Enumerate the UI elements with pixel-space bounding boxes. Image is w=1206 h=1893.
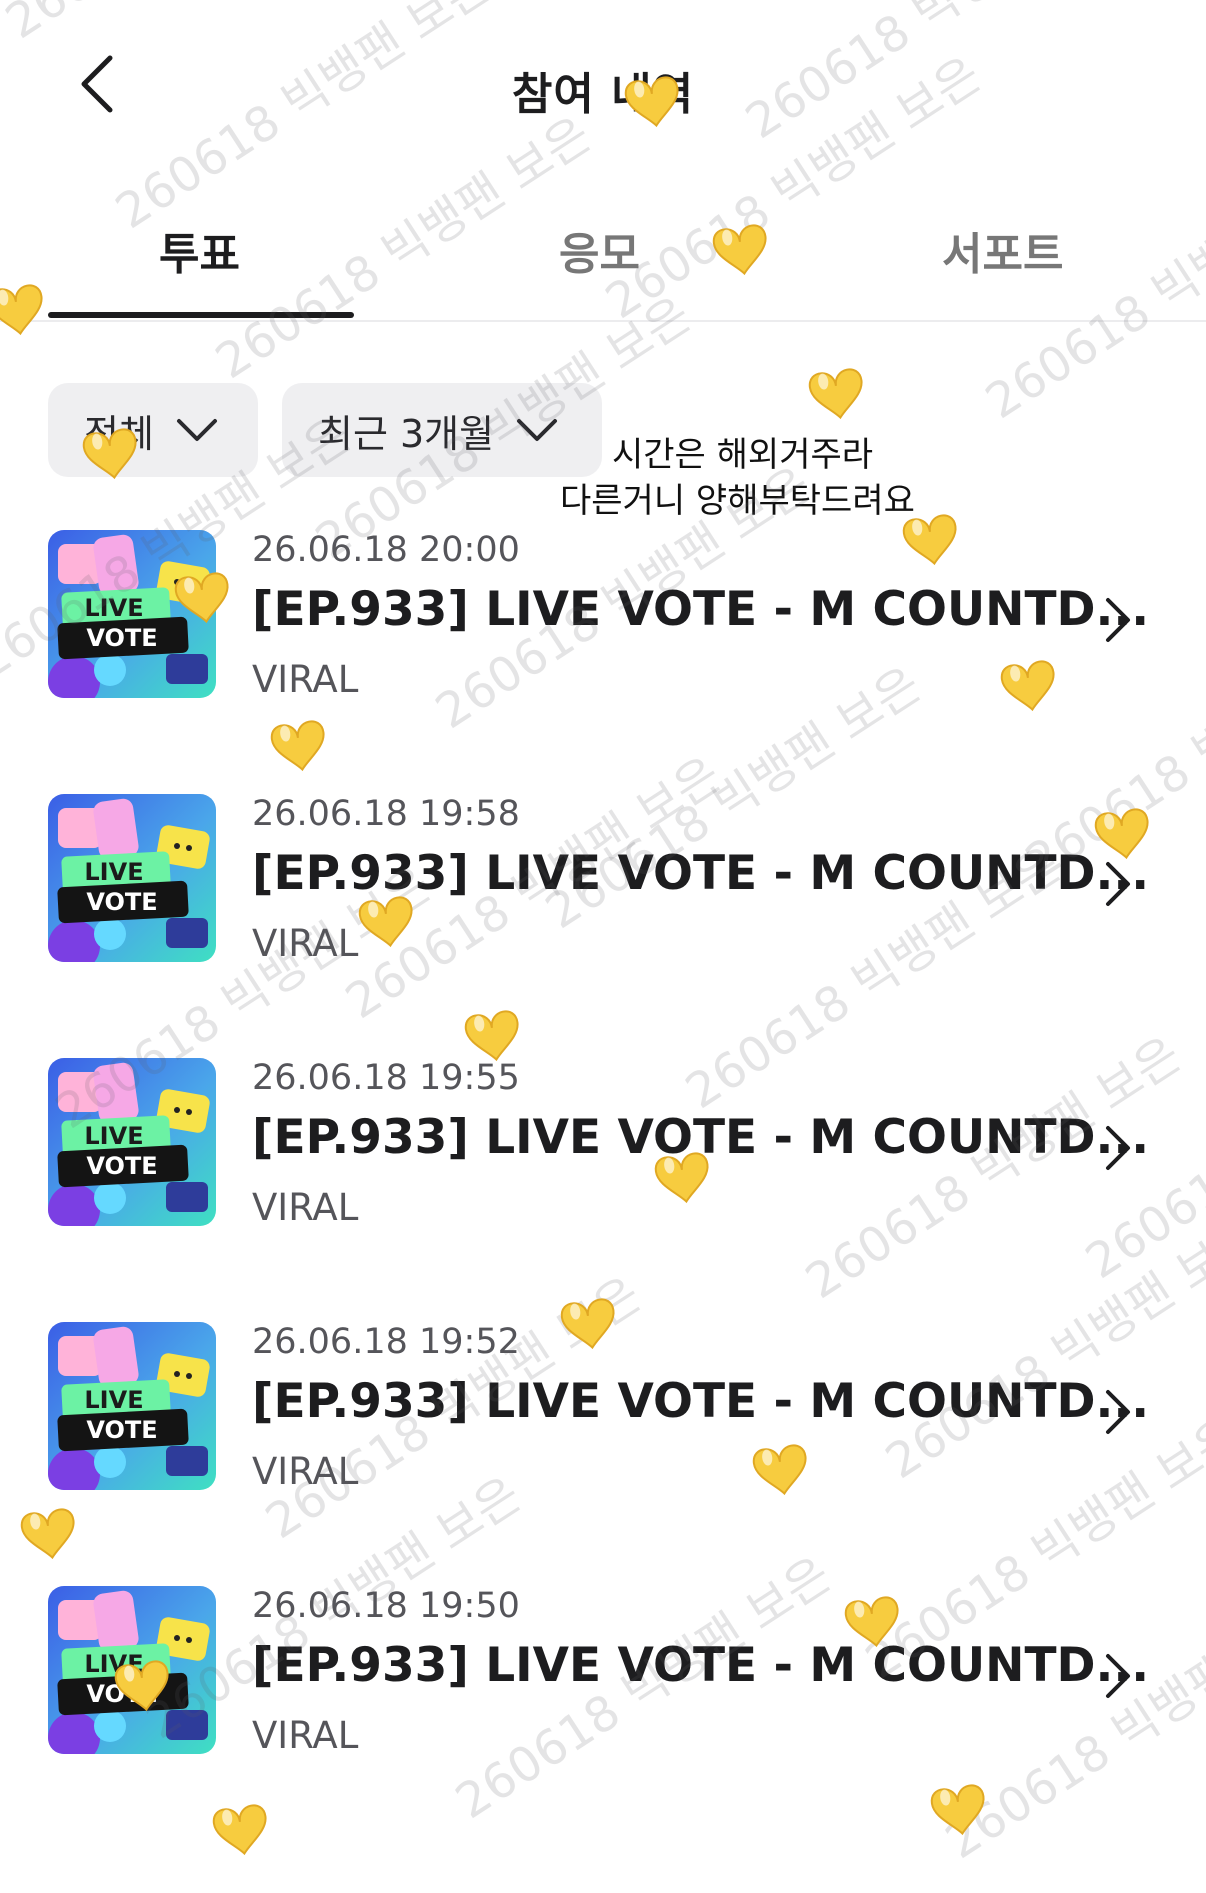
- chevron-right-icon: [1106, 1126, 1130, 1170]
- list-item[interactable]: LIVE VOTE 26.06.18 19:52 [EP.933] LIVE VOTE…: [0, 1322, 1206, 1522]
- vote-subtitle: VIRAL: [252, 922, 359, 965]
- vote-title: [EP.933] LIVE VOTE - M COUNTD...: [252, 1638, 1150, 1693]
- thumbnail-vote-text: VOTE: [86, 1152, 157, 1180]
- note-line-2: 다른거니 양해부탁드려요: [560, 481, 915, 521]
- list-item[interactable]: LIVE VOTE 26.06.18 20:00 [EP.933] LIVE VOTE…: [0, 530, 1206, 730]
- vote-subtitle: VIRAL: [252, 1186, 359, 1229]
- period-filter-dropdown[interactable]: 최근 3개월: [282, 383, 602, 477]
- chevron-right-icon: [1106, 862, 1130, 906]
- list-item[interactable]: LIVE VOTE 26.06.18 19:55 [EP.933] LIVE VOTE…: [0, 1058, 1206, 1258]
- active-tab-indicator: [48, 312, 354, 318]
- vote-title: [EP.933] LIVE VOTE - M COUNTD...: [252, 582, 1150, 637]
- tab-bar: 투표 응모 서포트: [0, 200, 1206, 322]
- vote-timestamp: 26.06.18 19:58: [252, 794, 520, 834]
- heart-icon: [930, 1784, 985, 1836]
- vote-timestamp: 26.06.18 19:52: [252, 1322, 520, 1362]
- handwritten-note: 시간은 해외거주라 다른거니 양해부탁드려요: [560, 432, 915, 524]
- thumbnail-live-text: LIVE: [84, 1650, 143, 1678]
- thumbnail-vote-text: VOTE: [86, 624, 157, 652]
- period-filter-label: 최근 3개월: [318, 411, 495, 456]
- heart-icon: [808, 368, 863, 420]
- list-item[interactable]: LIVE VOTE 26.06.18 19:50 [EP.933] LIVE VOTE…: [0, 1586, 1206, 1786]
- list-item[interactable]: LIVE VOTE 26.06.18 19:58 [EP.933] LIVE VOTE…: [0, 794, 1206, 994]
- category-filter-label: 전체: [84, 411, 154, 456]
- vote-title: [EP.933] LIVE VOTE - M COUNTD...: [252, 846, 1150, 901]
- thumbnail-vote-text: VOTE: [86, 1680, 157, 1708]
- heart-icon: [212, 1804, 267, 1856]
- vote-timestamp: 26.06.18 19:50: [252, 1586, 520, 1626]
- tab-entry[interactable]: 응모: [559, 218, 640, 282]
- vote-timestamp: 26.06.18 20:00: [252, 530, 520, 570]
- vote-subtitle: VIRAL: [252, 1450, 359, 1493]
- vote-title: [EP.933] LIVE VOTE - M COUNTD...: [252, 1374, 1150, 1429]
- chevron-right-icon: [1106, 598, 1130, 642]
- heart-icon: [464, 1010, 519, 1062]
- vote-title: [EP.933] LIVE VOTE - M COUNTD...: [252, 1110, 1150, 1165]
- live-vote-thumbnail: LIVEVOTE: [48, 1586, 216, 1754]
- app-header: 참여 내역: [0, 0, 1206, 170]
- category-filter-dropdown[interactable]: 전체: [48, 383, 258, 477]
- note-line-1: 시간은 해외거주라: [612, 435, 874, 475]
- chevron-right-icon: [1106, 1654, 1130, 1698]
- chevron-down-icon: [517, 419, 558, 441]
- tab-vote[interactable]: 투표: [159, 218, 240, 282]
- vote-timestamp: 26.06.18 19:55: [252, 1058, 520, 1098]
- live-vote-thumbnail: LIVEVOTE: [48, 1322, 216, 1490]
- live-vote-thumbnail: LIVEVOTE: [48, 794, 216, 962]
- chevron-right-icon: [1106, 1390, 1130, 1434]
- thumbnail-live-text: LIVE: [84, 594, 143, 622]
- thumbnail-live-text: LIVE: [84, 1386, 143, 1414]
- vote-subtitle: VIRAL: [252, 658, 359, 701]
- tab-support[interactable]: 서포트: [942, 218, 1063, 282]
- thumbnail-vote-text: VOTE: [86, 1416, 157, 1444]
- live-vote-thumbnail: LIVEVOTE: [48, 530, 216, 698]
- page-title: 참여 내역: [511, 69, 695, 120]
- thumbnail-live-text: LIVE: [84, 858, 143, 886]
- vote-subtitle: VIRAL: [252, 1714, 359, 1757]
- chevron-down-icon: [176, 419, 217, 441]
- thumbnail-live-text: LIVE: [84, 1122, 143, 1150]
- thumbnail-vote-text: VOTE: [86, 888, 157, 916]
- live-vote-thumbnail: LIVEVOTE: [48, 1058, 216, 1226]
